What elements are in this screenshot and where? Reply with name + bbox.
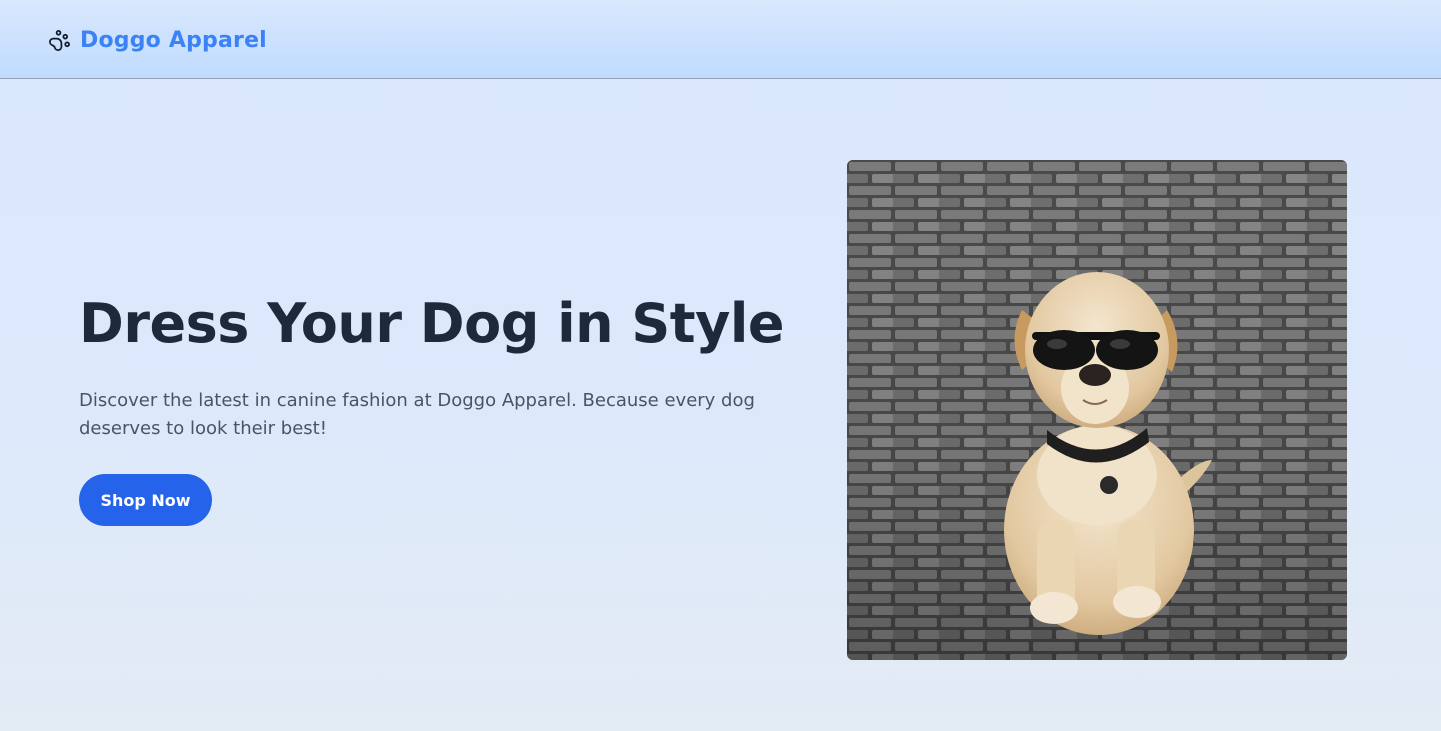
site-header: Doggo Apparel (0, 0, 1441, 79)
dog-photo (847, 160, 1347, 660)
hero-description: Discover the latest in canine fashion at… (79, 390, 755, 439)
brand-name: Doggo Apparel (80, 27, 267, 53)
hero-title: Dress Your Dog in Style (79, 292, 784, 355)
shop-now-button[interactable]: Shop Now (79, 474, 212, 526)
brand-logo[interactable]: Doggo Apparel (48, 26, 267, 54)
paw-icon (48, 29, 71, 52)
